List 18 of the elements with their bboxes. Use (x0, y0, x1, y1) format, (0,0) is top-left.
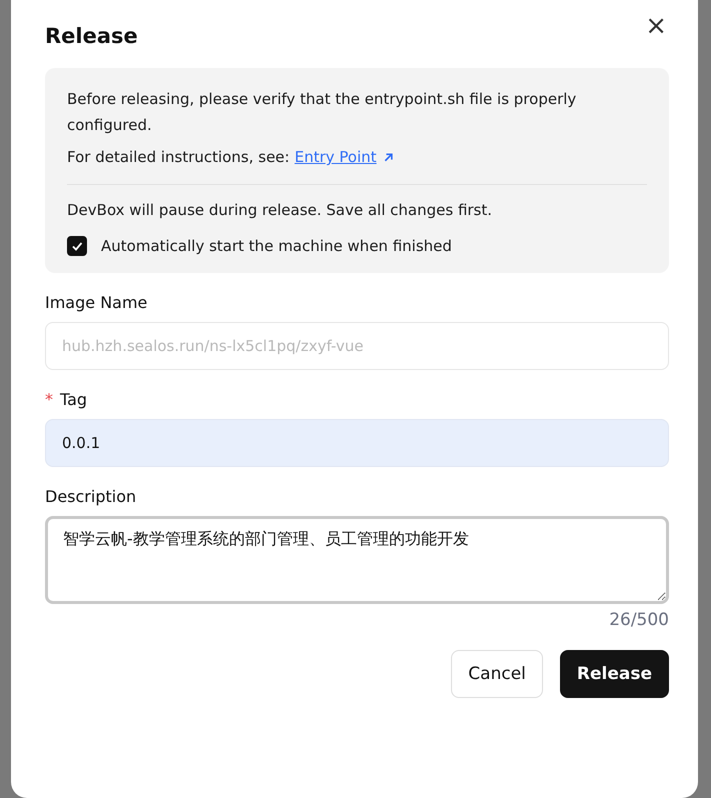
auto-start-label: Automatically start the machine when finished (101, 236, 452, 257)
description-field[interactable]: 智学云帆-教学管理系统的部门管理、员工管理的功能开发 (45, 516, 669, 604)
field-label: Image Name (45, 293, 148, 312)
character-counter: 26/500 (608, 610, 669, 630)
entry-point-link[interactable]: Entry Point (294, 144, 377, 170)
input-field[interactable]: 0.0.1 (45, 419, 669, 467)
input-field[interactable]: hub.hzh.sealos.run/ns-lx5cl1pq/zxyf-vue (45, 322, 669, 370)
notice-text: Before releasing, please verify that the entrypoint.sh file is properly configured. (67, 89, 578, 136)
dialog-title: Release (45, 24, 138, 48)
auto-start-checkbox[interactable] (67, 236, 87, 256)
cancel-button[interactable]: Cancel (451, 650, 543, 698)
field-label: Description (45, 487, 136, 506)
field-label: Tag (60, 390, 88, 409)
required-mark: * (45, 390, 53, 409)
release-button[interactable]: Release (560, 650, 669, 698)
pause-warning-text: DevBox will pause during release. Save all changes first. (67, 200, 494, 221)
instructions-text: For detailed instructions, see: (67, 147, 290, 168)
close-button[interactable]: × (643, 13, 669, 39)
